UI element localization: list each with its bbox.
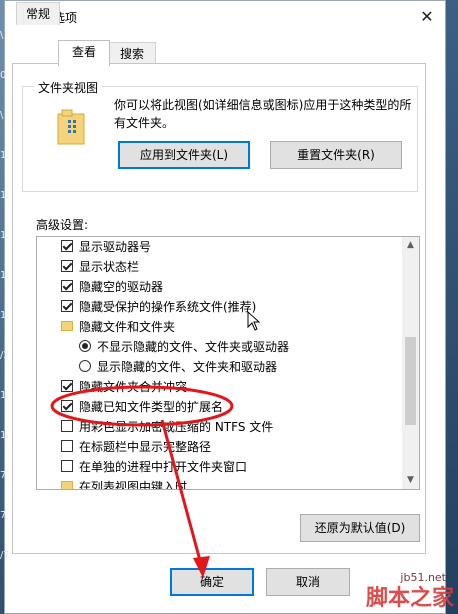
checkbox[interactable] — [61, 380, 73, 392]
advanced-setting-label: 在标题栏中显示完整路径 — [79, 440, 212, 454]
radio-button[interactable] — [79, 340, 91, 352]
desktop-background-text: 12 — [0, 190, 8, 201]
desktop-background-text: 1/2 — [0, 390, 8, 401]
advanced-setting-label: 显示驱动器号 — [79, 240, 152, 254]
advanced-setting-row[interactable]: 隐藏空的驱动器 — [37, 277, 403, 297]
radio-button[interactable] — [79, 360, 91, 372]
advanced-setting-row[interactable]: 在单独的进程中打开文件夹窗口 — [37, 457, 403, 477]
desktop-background-text: 12 — [0, 310, 8, 321]
ok-button[interactable]: 确定 — [170, 568, 254, 596]
desktop-background-text: 12 — [0, 270, 8, 281]
reset-folders-button[interactable]: 重置文件夹(R) — [270, 141, 402, 169]
checkbox[interactable] — [61, 240, 73, 252]
desktop-background-text: /7 — [0, 550, 8, 561]
advanced-setting-label: 隐藏文件夹合并冲突 — [79, 380, 188, 394]
advanced-setting-label: 在单独的进程中打开文件夹窗口 — [79, 460, 248, 474]
advanced-setting-row[interactable]: 显示隐藏的文件、文件夹和驱动器 — [37, 357, 403, 377]
advanced-setting-label: 隐藏空的驱动器 — [79, 280, 164, 294]
list-scrollbar[interactable]: ▲ ▼ — [402, 237, 419, 489]
desktop-background-right — [446, 0, 458, 614]
advanced-setting-row[interactable]: 不显示隐藏的文件、文件夹或驱动器 — [37, 337, 403, 357]
advanced-settings-label: 高级设置: — [36, 218, 89, 232]
desktop-background-text: /2 — [0, 350, 8, 361]
tab-label: 查看 — [71, 45, 96, 59]
desktop-background-text: 12 — [0, 230, 8, 241]
checkbox[interactable] — [61, 260, 73, 272]
checkbox[interactable] — [61, 400, 73, 412]
tab-general[interactable]: 常规 — [16, 2, 60, 25]
watermark-brand: 脚本之家 — [365, 585, 454, 611]
scrollbar-thumb[interactable] — [405, 337, 416, 425]
advanced-setting-row[interactable]: 隐藏文件夹合并冲突 — [37, 377, 403, 397]
folder-view-icon — [57, 109, 85, 145]
advanced-setting-label: 显示状态栏 — [79, 260, 140, 274]
advanced-setting-row[interactable]: 显示状态栏 — [37, 257, 403, 277]
scroll-up-icon[interactable]: ▲ — [402, 237, 419, 254]
advanced-setting-row[interactable]: 隐藏已知文件类型的扩展名 — [37, 397, 403, 417]
checkbox[interactable] — [61, 440, 73, 452]
scroll-down-icon[interactable]: ▼ — [402, 472, 419, 489]
checkbox[interactable] — [61, 460, 73, 472]
advanced-settings-items: 显示驱动器号 显示状态栏隐藏空的驱动器隐藏受保护的操作系统文件(推荐) 隐藏文件和文… — [37, 237, 403, 489]
advanced-setting-label: 隐藏受保护的操作系统文件(推荐) — [79, 300, 257, 314]
tab-label: 搜索 — [119, 47, 144, 61]
advanced-setting-label: 显示隐藏的文件、文件夹和驱动器 — [97, 360, 278, 374]
advanced-setting-row[interactable]: 显示驱动器号 — [37, 237, 403, 257]
advanced-setting-row[interactable]: 用彩色显示加密或压缩的 NTFS 文件 — [37, 417, 403, 437]
titlebar: 文件夹选项 ✕ — [5, 1, 445, 33]
close-icon[interactable]: ✕ — [415, 5, 439, 29]
desktop-background-text: 0 — [0, 70, 7, 81]
advanced-setting-label: 不显示隐藏的文件、文件夹或驱动器 — [97, 340, 290, 354]
desktop-background-text: 1/2 — [0, 430, 8, 441]
advanced-setting-row[interactable]: 隐藏受保护的操作系统文件(推荐) — [37, 297, 403, 317]
apply-to-folders-button[interactable]: 应用到文件夹(L) — [118, 141, 250, 169]
advanced-setting-label: 隐藏文件和文件夹 — [79, 320, 176, 334]
advanced-setting-label: 在列表视图中键入时 — [79, 480, 188, 489]
advanced-settings-list[interactable]: 显示驱动器号 显示状态栏隐藏空的驱动器隐藏受保护的操作系统文件(推荐) 隐藏文件和文… — [36, 236, 420, 490]
advanced-setting-label: 用彩色显示加密或压缩的 NTFS 文件 — [79, 420, 274, 434]
folder-views-title: 文件夹视图 — [34, 79, 103, 96]
desktop-background-text: \ — [0, 30, 4, 41]
desktop-background-text: 12 — [0, 150, 8, 161]
desktop-background-text: \ — [0, 110, 4, 121]
tab-view[interactable]: 查看 — [58, 40, 110, 66]
advanced-setting-row[interactable]: 在列表视图中键入时 — [37, 477, 403, 489]
folder-icon — [61, 481, 73, 489]
desktop-background-text: 7 — [0, 470, 7, 481]
checkbox[interactable] — [61, 420, 73, 432]
folder-icon — [61, 321, 73, 331]
folder-views-description: 你可以将此视图(如详细信息或图标)应用于这种类型的所有文件夹。 — [114, 98, 412, 130]
checkbox[interactable] — [61, 300, 73, 312]
advanced-setting-row[interactable]: 在标题栏中显示完整路径 — [37, 437, 403, 457]
advanced-setting-label: 隐藏已知文件类型的扩展名 — [79, 400, 224, 414]
cancel-button[interactable]: 取消 — [266, 568, 350, 596]
restore-defaults-button[interactable]: 还原为默认值(D) — [300, 514, 420, 542]
tab-search[interactable]: 搜索 — [108, 42, 156, 65]
desktop-background-text: 7 — [0, 510, 7, 521]
tab-label: 常规 — [25, 7, 50, 21]
advanced-setting-row[interactable]: 隐藏文件和文件夹 — [37, 317, 403, 337]
mouse-cursor-icon — [247, 311, 261, 331]
checkbox[interactable] — [61, 280, 73, 292]
